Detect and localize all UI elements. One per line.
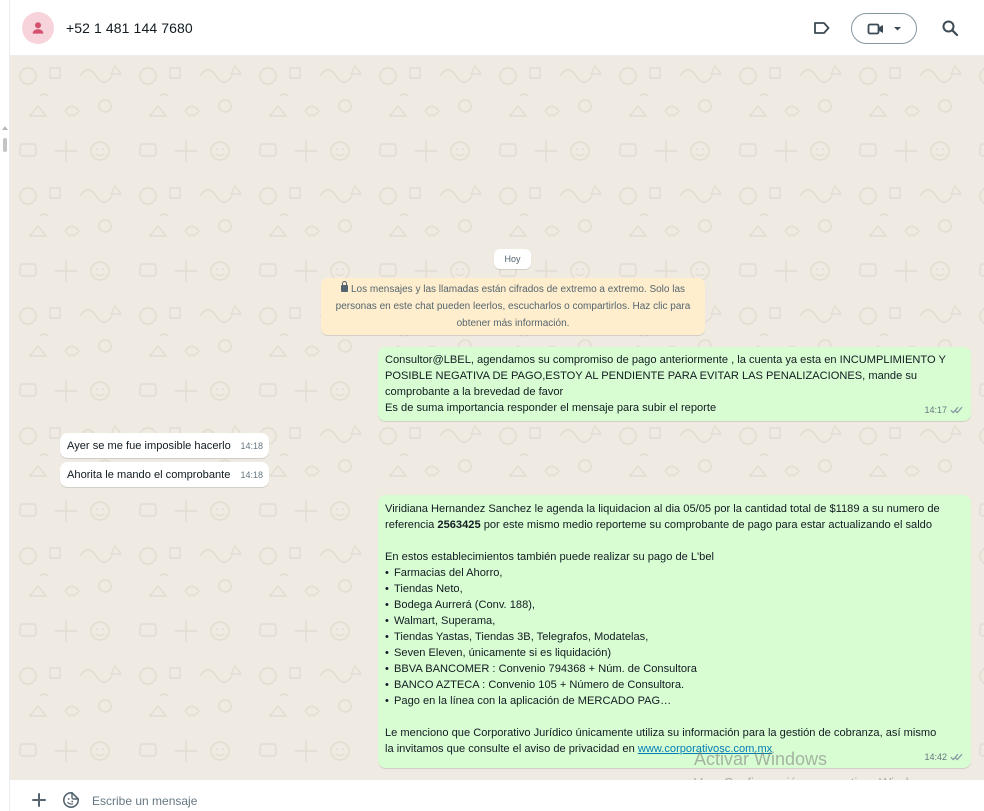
list-item-text: BBVA BANCOMER : Convenio 794368 + Núm. d… — [394, 663, 697, 675]
message-line: Es de suma importancia responder el mens… — [385, 402, 717, 414]
scroll-up-arrow-icon[interactable] — [2, 126, 8, 130]
read-receipt-icon — [950, 406, 963, 414]
message-meta: 14:17 — [924, 402, 963, 418]
bullet-icon: • — [385, 679, 389, 691]
bullet-icon: • — [385, 599, 389, 611]
message-meta: 14:18 — [240, 438, 263, 454]
bullet-icon: • — [385, 567, 389, 579]
list-item-text: Seven Eleven, únicamente si es liquidaci… — [394, 647, 612, 659]
plus-icon[interactable] — [30, 791, 48, 809]
search-button[interactable] — [938, 16, 962, 40]
list-item-text: Tiendas Neto, — [394, 583, 463, 595]
list-item-text: BANCO AZTECA : Convenio 105 + Número de … — [394, 679, 685, 691]
list-item: • BANCO AZTECA : Convenio 105 + Número de… — [385, 677, 963, 693]
encryption-line-3: obtener más información. — [456, 318, 570, 329]
video-call-button[interactable] — [851, 13, 917, 44]
message-line: POSIBLE NEGATIVA DE PAGO,ESTOY AL PENDIE… — [385, 370, 918, 382]
lock-icon — [340, 281, 348, 292]
video-camera-icon — [867, 23, 883, 34]
outgoing-message[interactable]: Viridiana Hernandez Sanchez le agenda la… — [378, 495, 971, 768]
reference-prefix: referencia — [385, 519, 438, 531]
bullet-icon: • — [385, 631, 389, 643]
bullet-icon: • — [385, 663, 389, 675]
chat-area[interactable]: Hoy Los mensajes y las llamadas están ci… — [10, 56, 984, 780]
encryption-notice[interactable]: Los mensajes y las llamadas están cifrad… — [321, 278, 705, 335]
message-time: 14:18 — [240, 470, 263, 480]
bullet-icon: • — [385, 583, 389, 595]
list-item: • Tiendas Neto, — [385, 581, 963, 597]
chevron-down-icon — [893, 26, 901, 30]
list-item: • Bodega Aurrerá (Conv. 188), — [385, 597, 963, 613]
list-item-text: Bodega Aurrerá (Conv. 188), — [394, 599, 536, 611]
bullet-icon: • — [385, 695, 389, 707]
list-item-text: Tiendas Yastas, Tiendas 3B, Telegrafos, … — [394, 631, 649, 643]
scroll-thumb[interactable] — [3, 138, 7, 152]
avatar[interactable] — [22, 12, 54, 44]
bullet-icon: • — [385, 647, 389, 659]
list-item: • Walmart, Superama, — [385, 613, 963, 629]
person-icon — [32, 22, 44, 34]
list-item-text: Farmacias del Ahorro, — [394, 567, 503, 579]
encryption-line-2: personas en este chat pueden leerlos, es… — [335, 301, 691, 312]
sticker-icon[interactable] — [62, 791, 80, 809]
establishments-title: En estos establecimientos también puede … — [385, 551, 714, 563]
message-line: Consultor@LBEL, agendamos su compromiso … — [385, 354, 946, 366]
message-line: Viridiana Hernandez Sanchez le agenda la… — [385, 503, 940, 515]
message-line: comprobante a la brevedad de favor — [385, 386, 564, 398]
reference-number: 2563425 — [437, 519, 481, 531]
date-divider: Hoy — [494, 249, 531, 269]
label-icon — [814, 22, 830, 34]
chat-header: +52 1 481 144 7680 — [10, 0, 984, 56]
message-time: 14:18 — [240, 441, 263, 451]
message-line: Le menciono que Corporativo Jurídico úni… — [385, 727, 937, 739]
message-text: Ahorita le mando el comprobante — [67, 469, 231, 481]
contact-name[interactable]: +52 1 481 144 7680 — [66, 20, 193, 36]
list-item: • Pago en la línea con la aplicación de M… — [385, 693, 963, 709]
bullet-icon: • — [385, 615, 389, 627]
encryption-line-1: Los mensajes y las llamadas están cifrad… — [350, 284, 686, 295]
list-item: • Farmacias del Ahorro, — [385, 565, 963, 581]
message-input[interactable] — [92, 792, 692, 810]
left-scrollbar[interactable] — [0, 0, 10, 811]
label-button[interactable] — [810, 16, 834, 40]
watermark-title: Activar Windows — [694, 749, 828, 769]
list-item-text: Pago en la línea con la aplicación de ME… — [394, 695, 672, 707]
list-item: • Tiendas Yastas, Tiendas 3B, Telegrafos,… — [385, 629, 963, 645]
message-text: Ayer se me fue imposible hacerlo — [67, 440, 231, 452]
incoming-message[interactable]: Ayer se me fue imposible hacerlo 14:18 — [60, 433, 269, 458]
list-item: • BBVA BANCOMER : Convenio 794368 + Núm. … — [385, 661, 963, 677]
privacy-text: la invitamos que consulte el aviso de pr… — [385, 743, 638, 755]
outgoing-message[interactable]: Consultor@LBEL, agendamos su compromiso … — [378, 347, 971, 421]
search-icon — [942, 20, 959, 37]
message-meta: 14:18 — [240, 467, 263, 483]
message-line: referencia 2563425 por este mismo medio … — [385, 517, 963, 533]
message-time: 14:17 — [924, 405, 947, 415]
reference-suffix: por este mismo medio reporteme su compro… — [480, 519, 933, 531]
list-item-text: Walmart, Superama, — [394, 615, 496, 627]
incoming-message[interactable]: Ahorita le mando el comprobante 14:18 — [60, 462, 269, 487]
list-item: • Seven Eleven, únicamente si es liquidac… — [385, 645, 963, 661]
composer-bar — [10, 780, 984, 811]
